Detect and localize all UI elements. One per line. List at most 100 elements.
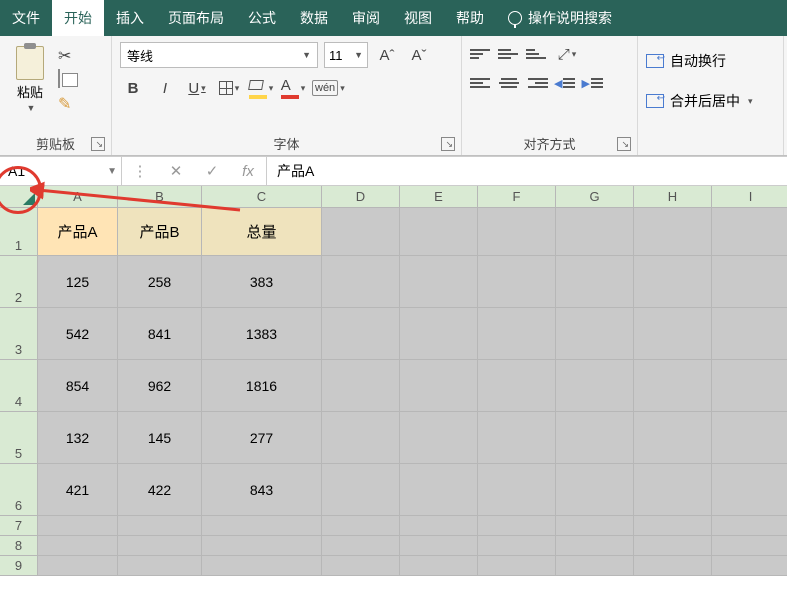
shrink-font-button[interactable]: Aˇ [406,43,432,67]
orientation-button[interactable]: ⤢▾ [554,42,580,66]
cell[interactable] [634,556,712,576]
cell[interactable] [556,412,634,464]
cell[interactable]: 383 [202,256,322,308]
cell[interactable]: 125 [38,256,118,308]
align-right-button[interactable] [526,74,548,92]
cell[interactable] [202,556,322,576]
cell[interactable] [634,256,712,308]
col-header[interactable]: D [322,186,400,208]
cell[interactable] [556,208,634,256]
paste-button[interactable]: 粘贴 ▼ [8,42,52,113]
cell[interactable]: 258 [118,256,202,308]
wrap-text-button[interactable]: 自动换行 [646,46,753,76]
decrease-indent-button[interactable]: ◀ [554,77,575,90]
cell[interactable]: 145 [118,412,202,464]
row-header[interactable]: 1 [0,208,38,256]
menu-help[interactable]: 帮助 [444,0,496,36]
copy-button[interactable] [58,70,78,88]
col-header[interactable]: C [202,186,322,208]
menu-formula[interactable]: 公式 [236,0,288,36]
cell[interactable] [322,360,400,412]
cell[interactable] [400,556,478,576]
cell[interactable]: 542 [38,308,118,360]
cell[interactable] [712,464,787,516]
row-header[interactable]: 8 [0,536,38,556]
cell[interactable] [478,412,556,464]
cell[interactable] [556,360,634,412]
cell[interactable] [118,556,202,576]
cell[interactable] [712,516,787,536]
row-header[interactable]: 9 [0,556,38,576]
cell[interactable] [400,308,478,360]
align-top-button[interactable] [470,45,492,63]
cell[interactable] [400,360,478,412]
cell[interactable] [556,308,634,360]
cell[interactable] [118,536,202,556]
formula-input[interactable]: 产品A [267,157,787,185]
row-header[interactable]: 5 [0,412,38,464]
col-header[interactable]: A [38,186,118,208]
cell[interactable] [400,256,478,308]
bold-button[interactable]: B [120,76,146,100]
increase-indent-button[interactable]: ▶ [581,77,602,90]
cell[interactable] [634,412,712,464]
cell[interactable] [478,256,556,308]
italic-button[interactable]: I [152,76,178,100]
font-size-select[interactable]: 11 ▼ [324,42,368,68]
cell[interactable] [400,516,478,536]
underline-button[interactable]: U▾ [184,76,210,100]
cell[interactable]: 产品B [118,208,202,256]
merge-center-button[interactable]: 合并后居中 ▾ [646,86,753,116]
cell[interactable] [202,536,322,556]
format-painter-button[interactable]: ✎ [58,94,78,112]
cell[interactable] [322,208,400,256]
cell[interactable] [202,516,322,536]
cell[interactable] [712,536,787,556]
menu-home[interactable]: 开始 [52,0,104,36]
border-button[interactable]: ▾ [216,76,242,100]
cell[interactable] [322,256,400,308]
align-bottom-button[interactable] [526,45,548,63]
row-header[interactable]: 3 [0,308,38,360]
col-header[interactable]: I [712,186,787,208]
cell[interactable] [322,464,400,516]
cell[interactable]: 产品A [38,208,118,256]
cell[interactable] [712,556,787,576]
menu-insert[interactable]: 插入 [104,0,156,36]
cell[interactable] [400,412,478,464]
cell[interactable] [712,360,787,412]
cell[interactable] [478,464,556,516]
cell[interactable] [478,536,556,556]
select-all-corner[interactable] [0,186,38,208]
cell[interactable] [38,516,118,536]
cell[interactable] [38,536,118,556]
col-header[interactable]: B [118,186,202,208]
cell[interactable]: 854 [38,360,118,412]
row-header[interactable]: 4 [0,360,38,412]
cell[interactable]: 277 [202,412,322,464]
cell[interactable] [556,256,634,308]
cell[interactable] [712,308,787,360]
cell[interactable] [478,360,556,412]
font-name-select[interactable]: 等线 ▼ [120,42,318,68]
cell[interactable] [634,516,712,536]
name-box[interactable]: A1 ▼ [0,157,122,185]
cell[interactable] [400,536,478,556]
dialog-launcher-icon[interactable]: ↘ [441,137,455,151]
grow-font-button[interactable]: Aˆ [374,43,400,67]
cell[interactable] [478,208,556,256]
align-left-button[interactable] [470,74,492,92]
cell[interactable]: 1816 [202,360,322,412]
cell[interactable] [556,556,634,576]
cell[interactable] [556,536,634,556]
cell[interactable] [478,516,556,536]
cell[interactable] [322,536,400,556]
col-header[interactable]: F [478,186,556,208]
col-header[interactable]: G [556,186,634,208]
cell[interactable] [634,208,712,256]
menu-view[interactable]: 视图 [392,0,444,36]
cell[interactable] [712,412,787,464]
cell[interactable] [322,308,400,360]
cell[interactable] [322,516,400,536]
font-color-button[interactable]: A▾ [280,76,306,100]
